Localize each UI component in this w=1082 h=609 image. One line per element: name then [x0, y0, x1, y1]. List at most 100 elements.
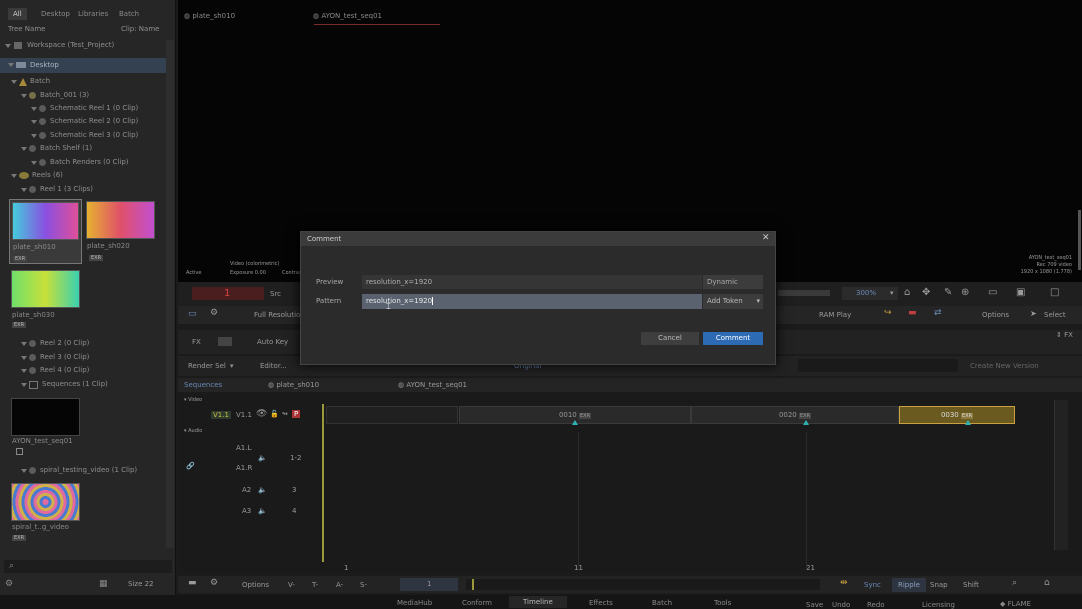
sync-button[interactable]: Sync	[864, 581, 881, 589]
gear-icon[interactable]: ⚙	[210, 578, 218, 588]
tab-mediahub[interactable]: MediaHub	[397, 599, 432, 607]
tree-item-schematic-reel-1[interactable]: Schematic Reel 1 (0 Clip)	[0, 103, 176, 115]
clip-tile-sequence[interactable]: AYON_test_seq01	[9, 396, 82, 458]
swap-icon[interactable]: ⇄	[934, 308, 942, 318]
chevron-down-icon[interactable]	[8, 63, 14, 67]
redo-button[interactable]: Redo	[867, 601, 885, 609]
viewer-tab-sequence[interactable]: ◍ AYON_test_seq01	[313, 12, 382, 20]
eye-icon[interactable]: 👁	[256, 409, 267, 419]
add-token-dropdown[interactable]: Add Token ▾	[703, 294, 763, 309]
cursor-icon[interactable]: ➤	[1030, 309, 1037, 318]
snap-button[interactable]: Snap	[930, 581, 948, 589]
tree-item-workspace[interactable]: Workspace (Test_Project)	[0, 40, 176, 52]
expand-icon[interactable]: ⇕ FX	[1056, 331, 1073, 339]
editor-button[interactable]: Editor...	[260, 362, 287, 370]
auto-key-button[interactable]: Auto Key	[257, 338, 288, 346]
track-toggle-button[interactable]: T-	[312, 581, 318, 589]
tree-item-reel-2[interactable]: Reel 2 (0 Clip)	[0, 338, 176, 350]
tree-item-desktop[interactable]: Desktop	[0, 58, 166, 73]
tree-item-batch-001[interactable]: Batch_001 (3)	[0, 90, 176, 102]
tab-effects[interactable]: Effects	[589, 599, 613, 607]
subtitle-track-button[interactable]: S-	[360, 581, 367, 589]
version-name-field[interactable]	[798, 359, 958, 372]
chevron-down-icon[interactable]	[21, 369, 27, 373]
zoom-select[interactable]: 300% ▾	[842, 287, 898, 300]
gear-icon[interactable]: ⚙	[210, 308, 218, 318]
gap-segment[interactable]	[326, 406, 458, 424]
split-icon[interactable]: ⇹	[840, 578, 848, 588]
chevron-down-icon[interactable]	[31, 134, 37, 138]
playhead[interactable]	[322, 404, 324, 562]
tab-desktop[interactable]: Desktop	[36, 8, 75, 20]
chevron-down-icon[interactable]	[21, 188, 27, 192]
segment-marker[interactable]	[572, 420, 578, 425]
tree-item-reel-4[interactable]: Reel 4 (0 Clip)	[0, 365, 176, 377]
tree-item-sequences[interactable]: Sequences (1 Clip)	[0, 379, 176, 391]
cancel-button[interactable]: Cancel	[641, 332, 699, 345]
tab-batch[interactable]: Batch	[114, 8, 144, 20]
create-version-button[interactable]: Create New Version	[970, 362, 1039, 370]
chevron-down-icon[interactable]	[21, 469, 27, 473]
tab-tools[interactable]: Tools	[714, 599, 731, 607]
chevron-down-icon[interactable]	[11, 174, 17, 178]
tab-sequences[interactable]: Sequences	[184, 381, 222, 389]
pattern-input[interactable]: resolution_x=1920	[362, 294, 702, 309]
tab-plate[interactable]: ◍ plate_sh010	[268, 381, 319, 389]
tab-libraries[interactable]: Libraries	[73, 8, 113, 20]
timeline-segment-0030[interactable]: 0030 EXR	[899, 406, 1015, 424]
track-v1-record[interactable]: V1.1	[211, 411, 231, 419]
fullscreen-icon[interactable]: □	[1050, 287, 1059, 298]
clip-tile-plate-sh020[interactable]: plate_sh020 EXR	[84, 199, 157, 264]
undo-button[interactable]: Undo	[832, 601, 850, 609]
shift-button[interactable]: Shift	[963, 581, 979, 589]
lock-icon[interactable]: 🔓	[270, 410, 279, 418]
gear-icon[interactable]: ⚙	[5, 579, 13, 589]
priority-badge[interactable]: P	[292, 410, 301, 418]
chevron-down-icon[interactable]	[11, 80, 17, 84]
grid-view-icon[interactable]: ▦	[99, 579, 108, 589]
segment-marker[interactable]	[965, 420, 971, 425]
chevron-down-icon[interactable]	[21, 147, 27, 151]
render-icon[interactable]: ▬	[908, 308, 917, 318]
layout-icon[interactable]: ▣	[1016, 287, 1025, 298]
resolution-button[interactable]: Full Resolution	[254, 311, 305, 319]
tree-item-batch-renders[interactable]: Batch Renders (0 Clip)	[0, 157, 176, 169]
tree-item-batch[interactable]: Batch	[0, 76, 176, 88]
tab-all[interactable]: All	[8, 8, 27, 20]
tab-sequence[interactable]: ◍ AYON_test_seq01	[398, 381, 467, 389]
render-selection-button[interactable]: Render Sel	[188, 362, 226, 370]
options-button[interactable]: Options	[242, 581, 269, 589]
fx-button[interactable]: FX	[192, 338, 201, 346]
tab-timeline[interactable]: Timeline	[509, 596, 567, 608]
close-icon[interactable]: ✕	[762, 233, 770, 243]
scrollbar[interactable]	[1078, 210, 1081, 270]
eyedropper-icon[interactable]: ✎	[944, 287, 952, 298]
chevron-down-icon[interactable]	[5, 44, 11, 48]
comment-button[interactable]: Comment	[703, 332, 763, 345]
licensing-button[interactable]: Licensing	[922, 601, 955, 609]
speaker-icon[interactable]: 🔈	[258, 486, 267, 494]
tab-conform[interactable]: Conform	[462, 599, 492, 607]
chevron-down-icon[interactable]	[21, 383, 27, 387]
timeline-segment-0020[interactable]: 0020 EXR	[691, 406, 899, 424]
clip-tile-plate-sh030[interactable]: plate_sh030 EXR	[9, 268, 82, 330]
tree-item-spiral[interactable]: spiral_testing_video (1 Clip)	[0, 465, 176, 477]
speaker-icon[interactable]: 🔈	[258, 454, 267, 462]
target-icon[interactable]: ⊕	[961, 287, 969, 298]
tree-item-schematic-reel-3[interactable]: Schematic Reel 3 (0 Clip)	[0, 130, 176, 142]
speaker-icon[interactable]: 🔈	[258, 507, 267, 515]
tree-name-label[interactable]: Tree Name	[8, 25, 45, 33]
search-icon[interactable]: ⌕	[1012, 578, 1017, 588]
tab-batch[interactable]: Batch	[652, 599, 672, 607]
move-icon[interactable]: ✥	[922, 287, 930, 298]
link-icon[interactable]: ↬	[282, 410, 288, 418]
save-button[interactable]: Save	[806, 601, 823, 609]
home-icon[interactable]: ⌂	[1044, 578, 1050, 588]
video-track-button[interactable]: V-	[288, 581, 295, 589]
options-button[interactable]: Options	[982, 311, 1009, 319]
display-icon[interactable]: ▭	[988, 287, 997, 298]
chevron-down-icon[interactable]	[31, 107, 37, 111]
chevron-down-icon[interactable]	[31, 161, 37, 165]
frame-field[interactable]: 1	[400, 578, 458, 591]
playback-slider[interactable]	[778, 290, 830, 296]
